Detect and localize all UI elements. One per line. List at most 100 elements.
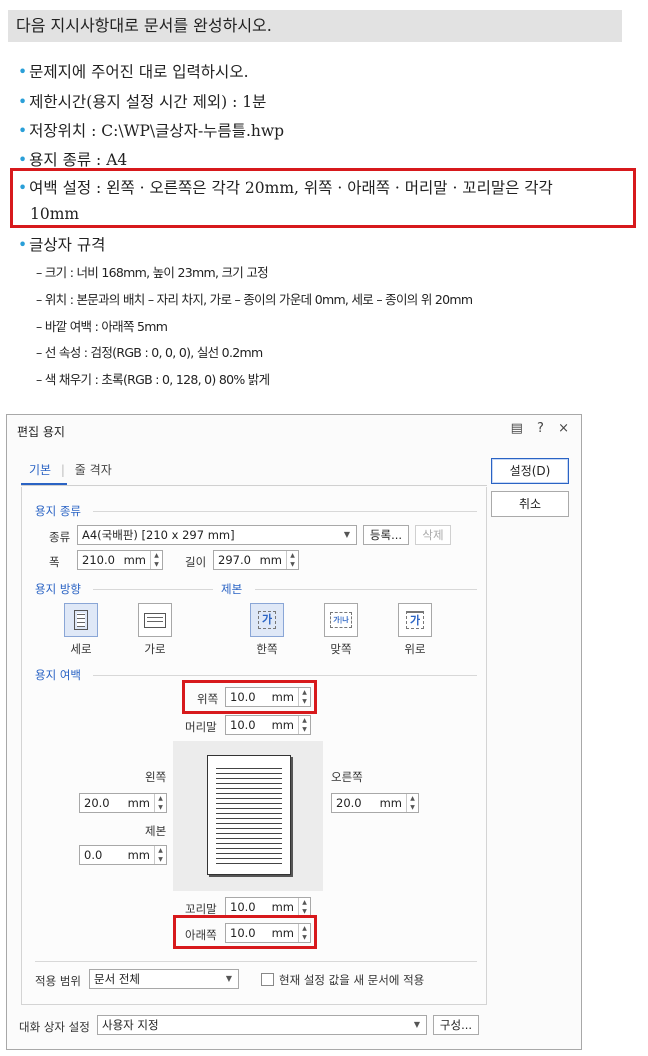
chevron-down-icon: ▼ [225, 974, 232, 983]
binding-single-label: 한쪽 [256, 642, 278, 656]
binding-top-option[interactable]: 가 [398, 603, 432, 637]
instruction-item: • 문제지에 주어진 대로 입력하시오. [18, 60, 249, 82]
cancel-button[interactable]: 취소 [491, 491, 569, 517]
chevron-down-icon: ▼ [343, 530, 350, 539]
help-button[interactable]: ? [537, 421, 544, 436]
gutter-label: 제본 [145, 824, 167, 838]
left-margin-value: 20.0 [84, 796, 110, 810]
ok-button[interactable]: 설정(D) [491, 458, 569, 484]
page-preview [207, 755, 291, 875]
landscape-page-icon [144, 613, 166, 628]
dialog-controls: ▤ ? × [501, 421, 569, 436]
section-orientation: 용지 방향 [35, 582, 81, 596]
landscape-option[interactable] [138, 603, 172, 637]
bullet: • [18, 63, 28, 81]
right-margin-field[interactable]: 20.0 mm ▲ ▼ [331, 793, 419, 813]
paper-kind-value: A4(국배판) [210 x 297 mm] [82, 528, 235, 542]
spec-line: – 색 채우기 : 초록(RGB : 0, 128, 0) 80% 밝게 [36, 372, 270, 387]
tab-divider [21, 485, 487, 486]
unit-label: mm [379, 796, 402, 810]
binding-facing-label: 맞쪽 [330, 642, 352, 656]
section-divider [93, 511, 477, 512]
apply-new-doc-checkbox[interactable] [261, 973, 274, 986]
tab-line-grid[interactable]: 줄 격자 [75, 463, 112, 477]
section-divider [35, 961, 477, 962]
width-value: 210.0 [82, 553, 115, 567]
chevron-down-icon: ▼ [413, 1020, 420, 1029]
tab-basic[interactable]: 기본 [29, 463, 51, 477]
left-margin-field[interactable]: 20.0 mm ▲ ▼ [79, 793, 167, 813]
apply-scope-label: 적용 범위 [35, 974, 81, 988]
footer-margin-field[interactable]: 10.0 mm ▲ ▼ [225, 897, 311, 917]
portrait-option[interactable] [64, 603, 98, 637]
binding-top-label: 위로 [404, 642, 426, 656]
spinner-icon[interactable]: ▲ ▼ [150, 551, 162, 569]
dialog-title: 편집 용지 [17, 425, 65, 439]
spinner-icon[interactable]: ▲ ▼ [154, 846, 166, 864]
tab-bar: 기본 | 줄 격자 [29, 461, 112, 478]
top-margin-highlight [182, 680, 317, 714]
header-margin-label: 머리말 [185, 720, 217, 734]
gutter-value: 0.0 [84, 848, 103, 862]
spinner-icon[interactable]: ▲ ▼ [298, 716, 310, 734]
spec-line: – 선 속성 : 검정(RGB : 0, 0, 0), 실선 0.2mm [36, 345, 263, 360]
active-tab-indicator [21, 483, 67, 485]
gutter-field[interactable]: 0.0 mm ▲ ▼ [79, 845, 167, 865]
bottom-margin-highlight [173, 915, 317, 949]
length-label: 길이 [185, 555, 207, 569]
bullet: • [18, 236, 28, 254]
config-button[interactable]: 구성... [433, 1015, 479, 1035]
instruction-text: 용지 종류 : A4 [29, 151, 128, 169]
close-button[interactable]: × [558, 421, 569, 436]
dialog-setting-value: 사용자 지정 [102, 1018, 159, 1032]
section-divider [93, 675, 477, 676]
instruction-text: 저장위치 : C:\WP\글상자-누름틀.hwp [29, 122, 285, 140]
width-field[interactable]: 210.0 mm ▲ ▼ [77, 550, 163, 570]
instructions-heading: 다음 지시사항대로 문서를 완성하시오. [8, 10, 622, 42]
memo-icon[interactable]: ▤ [511, 421, 523, 436]
spinner-icon[interactable]: ▲ ▼ [406, 794, 418, 812]
section-binding: 제본 [221, 582, 243, 596]
apply-scope-value: 문서 전체 [94, 972, 140, 986]
spinner-icon[interactable]: ▲ ▼ [298, 898, 310, 916]
binding-single-option[interactable]: 가 [250, 603, 284, 637]
footer-margin-value: 10.0 [230, 900, 256, 914]
unit-label: mm [127, 796, 150, 810]
width-label: 폭 [49, 555, 60, 569]
section-margins: 용지 여백 [35, 668, 81, 682]
apply-scope-select[interactable]: 문서 전체 ▼ [89, 969, 239, 989]
spinner-icon[interactable]: ▲ ▼ [286, 551, 298, 569]
dialog-setting-label: 대화 상자 설정 [19, 1020, 90, 1034]
binding-facing-option[interactable]: 가|나 [324, 603, 358, 637]
paper-kind-select[interactable]: A4(국배판) [210 x 297 mm] ▼ [77, 525, 357, 545]
spec-line: – 위치 : 본문과의 배치 – 자리 차지, 가로 – 종이의 가운데 0mm… [36, 292, 473, 307]
unit-label: mm [271, 718, 294, 732]
bullet: • [18, 122, 28, 140]
left-margin-label: 왼쪽 [145, 770, 167, 784]
facing-pages-icon: 가|나 [330, 612, 352, 628]
length-field[interactable]: 297.0 mm ▲ ▼ [213, 550, 299, 570]
register-button[interactable]: 등록... [363, 525, 409, 545]
portrait-page-icon [74, 610, 88, 630]
single-side-icon: 가 [258, 611, 276, 629]
bullet: • [18, 151, 28, 169]
header-margin-value: 10.0 [230, 718, 256, 732]
section-divider [255, 589, 477, 590]
spinner-icon[interactable]: ▲ ▼ [154, 794, 166, 812]
delete-button[interactable]: 삭제 [415, 525, 451, 545]
instruction-item: • 글상자 규격 [18, 233, 105, 255]
dialog-setting-select[interactable]: 사용자 지정 ▼ [97, 1015, 427, 1035]
bullet: • [18, 93, 28, 111]
margin-highlight-box [10, 168, 636, 228]
paper-kind-label: 종류 [49, 530, 71, 544]
right-margin-value: 20.0 [336, 796, 362, 810]
instruction-item: • 저장위치 : C:\WP\글상자-누름틀.hwp [18, 119, 284, 141]
landscape-label: 가로 [144, 642, 166, 656]
header-margin-field[interactable]: 10.0 mm ▲ ▼ [225, 715, 311, 735]
page-setup-dialog: 편집 용지 ▤ ? × 기본 | 줄 격자 설정(D) 취소 용지 종류 종류 … [6, 414, 582, 1050]
preview-text-lines [216, 764, 282, 866]
section-paper-type: 용지 종류 [35, 504, 81, 518]
unit-label: mm [123, 553, 146, 567]
unit-label: mm [271, 900, 294, 914]
unit-label: mm [127, 848, 150, 862]
